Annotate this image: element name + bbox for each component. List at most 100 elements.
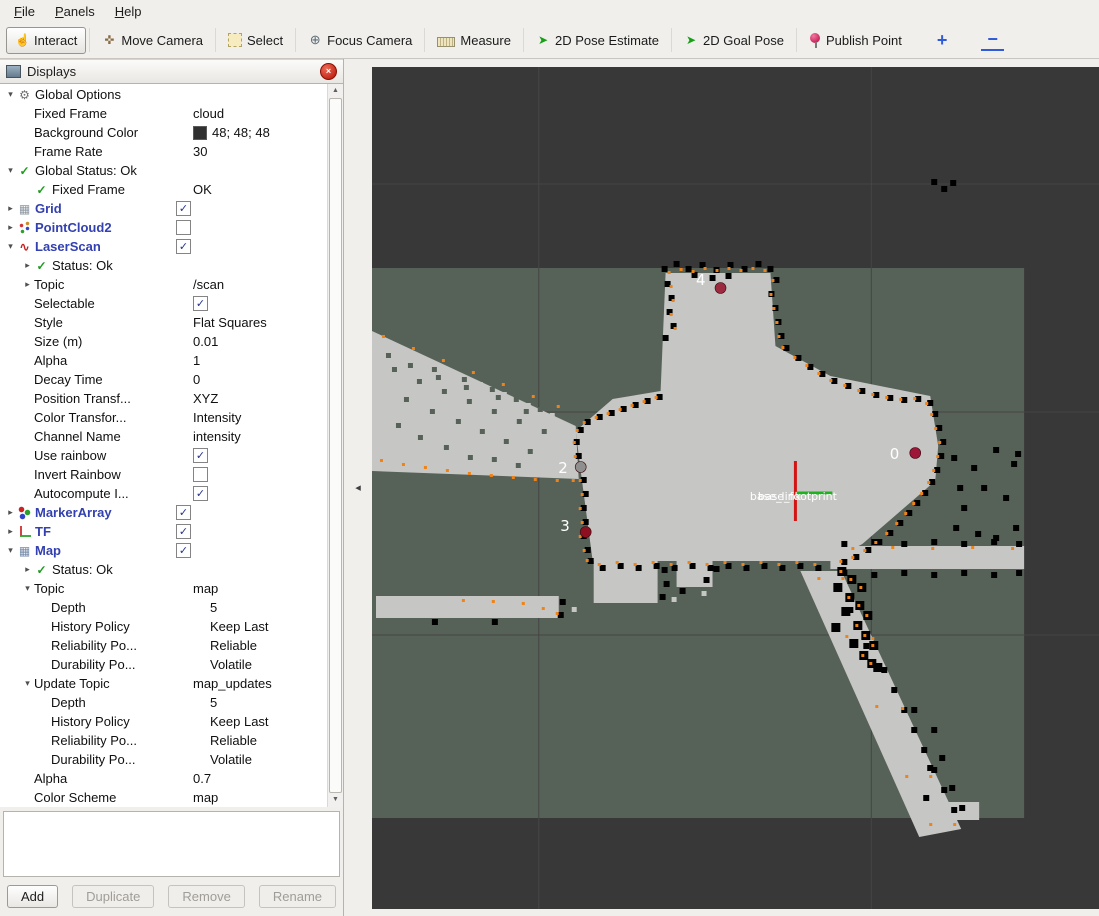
marker-sphere[interactable] bbox=[575, 462, 586, 473]
tree-row[interactable]: Invert Rainbow bbox=[0, 465, 328, 484]
viewport-svg[interactable]: base_linkbase_footprint4230 bbox=[372, 67, 1099, 909]
tree-row[interactable]: Alpha1 bbox=[0, 351, 328, 370]
expander-icon[interactable]: ▾ bbox=[21, 678, 34, 689]
expander-icon[interactable]: ▾ bbox=[4, 89, 17, 100]
tree-row[interactable]: Channel Nameintensity bbox=[0, 427, 328, 446]
tree-row[interactable]: Durability Po...Volatile bbox=[0, 750, 328, 769]
expander-icon[interactable]: ▸ bbox=[4, 526, 17, 537]
expander-icon[interactable]: ▸ bbox=[4, 507, 17, 518]
tool-interact[interactable]: Interact bbox=[6, 27, 86, 54]
tree-row[interactable]: ▾Update Topicmap_updates bbox=[0, 674, 328, 693]
property-name: Alpha bbox=[34, 353, 67, 368]
tree-row[interactable]: ▸Status: Ok bbox=[0, 560, 328, 579]
tree-row[interactable]: ▾ Global Status: Ok bbox=[0, 161, 328, 180]
tree-row[interactable]: History PolicyKeep Last bbox=[0, 617, 328, 636]
tool-measure[interactable]: Measure bbox=[428, 27, 520, 54]
tf-icon bbox=[17, 525, 32, 539]
expander-icon[interactable]: ▾ bbox=[4, 165, 17, 176]
tree-row[interactable]: ▸Grid bbox=[0, 199, 328, 218]
visibility-checkbox[interactable] bbox=[193, 467, 208, 482]
tree-row[interactable]: Position Transf...XYZ bbox=[0, 389, 328, 408]
scroll-down-arrow-icon[interactable]: ▼ bbox=[328, 793, 343, 807]
tree-row[interactable]: Reliability Po...Reliable bbox=[0, 731, 328, 750]
tool-2d-pose-estimate[interactable]: 2D Pose Estimate bbox=[527, 27, 668, 54]
property-name-cell: ▾Map bbox=[0, 543, 176, 558]
tree-row[interactable]: Color Transfor...Intensity bbox=[0, 408, 328, 427]
menu-item-help[interactable]: Help bbox=[105, 3, 152, 20]
expander-icon[interactable]: ▾ bbox=[21, 583, 34, 594]
tree-row[interactable]: Autocompute I... bbox=[0, 484, 328, 503]
tree-row[interactable]: Fixed FrameOK bbox=[0, 180, 328, 199]
tree-row[interactable]: History PolicyKeep Last bbox=[0, 712, 328, 731]
tool-publish-point[interactable]: Publish Point bbox=[800, 27, 911, 54]
expander-icon[interactable]: ▸ bbox=[21, 564, 34, 575]
tree-row[interactable]: StyleFlat Squares bbox=[0, 313, 328, 332]
tree-row[interactable]: Color Schememap bbox=[0, 788, 328, 807]
add-tool-button[interactable]: + bbox=[931, 30, 954, 50]
tree-row[interactable]: Fixed Framecloud bbox=[0, 104, 328, 123]
tree-row[interactable]: Selectable bbox=[0, 294, 328, 313]
property-value: OK bbox=[193, 182, 212, 197]
tree-row[interactable]: Alpha0.7 bbox=[0, 769, 328, 788]
tree-row[interactable]: Size (m)0.01 bbox=[0, 332, 328, 351]
visibility-checkbox[interactable] bbox=[176, 239, 191, 254]
visibility-checkbox[interactable] bbox=[176, 524, 191, 539]
marker-sphere[interactable] bbox=[715, 283, 726, 294]
property-value: Volatile bbox=[210, 657, 252, 672]
visibility-checkbox[interactable] bbox=[176, 543, 191, 558]
menu-item-file[interactable]: File bbox=[4, 3, 45, 20]
tree-row[interactable]: Background Color48; 48; 48 bbox=[0, 123, 328, 142]
tool-select[interactable]: Select bbox=[219, 27, 292, 54]
tree-row[interactable]: ▸Status: Ok bbox=[0, 256, 328, 275]
tree-row[interactable]: Frame Rate30 bbox=[0, 142, 328, 161]
property-name: Global Status: Ok bbox=[35, 163, 137, 178]
close-panel-button[interactable]: × bbox=[320, 63, 337, 80]
expander-icon[interactable]: ▸ bbox=[4, 222, 17, 233]
rviz-window: FilePanelsHelp Interact Move Camera Select… bbox=[0, 0, 1099, 916]
tree-row[interactable]: ▾Global Options bbox=[0, 85, 328, 104]
render-viewport[interactable]: base_linkbase_footprint4230 bbox=[372, 67, 1099, 909]
tree-row[interactable]: Durability Po...Volatile bbox=[0, 655, 328, 674]
tool-focus-camera[interactable]: Focus Camera bbox=[299, 27, 421, 54]
tree-row[interactable]: ▸Topic/scan bbox=[0, 275, 328, 294]
tool-move-camera[interactable]: Move Camera bbox=[93, 27, 212, 54]
tree-row[interactable]: ▸TF bbox=[0, 522, 328, 541]
expander-icon[interactable]: ▸ bbox=[21, 279, 34, 290]
tree-row[interactable]: ▾Map bbox=[0, 541, 328, 560]
remove-tool-button[interactable]: − bbox=[981, 29, 1004, 51]
expander-icon[interactable]: ▾ bbox=[4, 241, 17, 252]
visibility-checkbox[interactable] bbox=[193, 486, 208, 501]
scroll-up-arrow-icon[interactable]: ▲ bbox=[328, 84, 343, 98]
marker-sphere[interactable] bbox=[580, 527, 591, 538]
scrollbar-thumb[interactable] bbox=[329, 98, 342, 793]
visibility-checkbox[interactable] bbox=[176, 220, 191, 235]
tool-2d-goal-pose[interactable]: 2D Goal Pose bbox=[675, 27, 793, 54]
visibility-checkbox[interactable] bbox=[176, 505, 191, 520]
property-name-cell: Invert Rainbow bbox=[0, 467, 193, 482]
interact-hand-icon bbox=[15, 33, 29, 47]
tree-row[interactable]: Use rainbow bbox=[0, 446, 328, 465]
tree-row[interactable]: ▸MarkerArray bbox=[0, 503, 328, 522]
tree-row[interactable]: Decay Time0 bbox=[0, 370, 328, 389]
visibility-checkbox[interactable] bbox=[193, 448, 208, 463]
marker-sphere[interactable] bbox=[910, 448, 921, 459]
tree-row[interactable]: ▸PointCloud2 bbox=[0, 218, 328, 237]
property-name: Fixed Frame bbox=[34, 106, 107, 121]
expander-icon[interactable]: ▸ bbox=[4, 203, 17, 214]
add-display-button[interactable]: Add bbox=[7, 885, 58, 908]
visibility-checkbox[interactable] bbox=[193, 296, 208, 311]
tree-row[interactable]: ▾LaserScan bbox=[0, 237, 328, 256]
expander-icon[interactable]: ▸ bbox=[21, 260, 34, 271]
splitter-collapse-icon[interactable]: ◂ bbox=[355, 481, 361, 494]
panel-splitter[interactable]: ◂ bbox=[344, 59, 372, 916]
expander-icon[interactable]: ▾ bbox=[4, 545, 17, 556]
tree-row[interactable]: Depth5 bbox=[0, 693, 328, 712]
toolbar-separator bbox=[89, 28, 90, 52]
visibility-checkbox[interactable] bbox=[176, 201, 191, 216]
tree-row[interactable]: Reliability Po...Reliable bbox=[0, 636, 328, 655]
menu-item-panels[interactable]: Panels bbox=[45, 3, 105, 20]
tree-row[interactable]: Depth5 bbox=[0, 598, 328, 617]
property-name-cell: Durability Po... bbox=[0, 752, 210, 767]
tree-row[interactable]: ▾Topicmap bbox=[0, 579, 328, 598]
tree-scrollbar[interactable]: ▲ ▼ bbox=[327, 84, 343, 807]
